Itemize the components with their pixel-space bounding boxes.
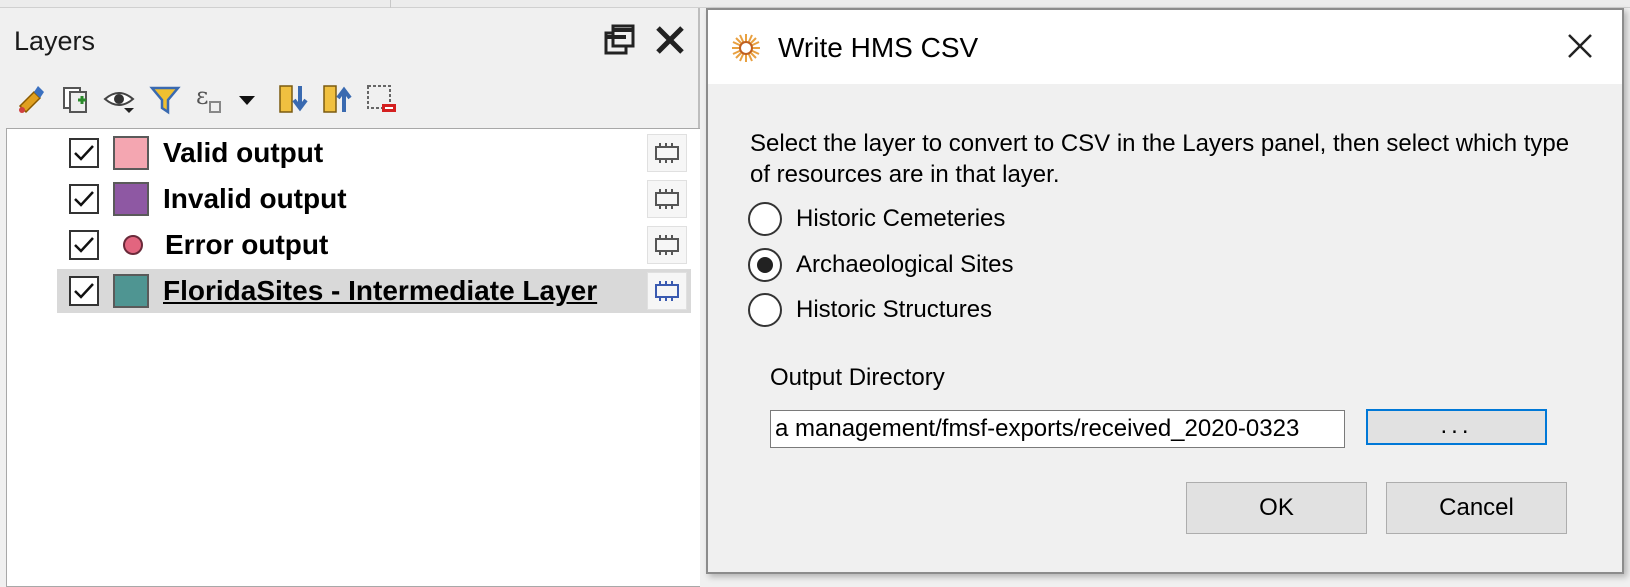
output-directory-label: Output Directory — [770, 364, 945, 391]
fill-symbol-swatch[interactable] — [113, 136, 149, 170]
browse-button[interactable]: ... — [1366, 409, 1547, 445]
memory-layer-icon[interactable] — [647, 226, 687, 264]
layer-visibility-checkbox[interactable] — [69, 184, 99, 214]
layer-visibility-checkbox[interactable] — [69, 276, 99, 306]
radio-label: Historic Structures — [796, 296, 993, 323]
radio-button[interactable] — [748, 202, 782, 236]
layer-name: Invalid output — [163, 183, 347, 214]
divider — [390, 0, 391, 8]
expand-all-icon[interactable] — [276, 82, 310, 116]
layers-panel-title: Layers — [14, 26, 96, 56]
cancel-button[interactable]: Cancel — [1386, 482, 1567, 534]
ok-button[interactable]: OK — [1186, 482, 1367, 534]
layer-visibility-checkbox[interactable] — [69, 138, 99, 168]
close-icon[interactable] — [1562, 28, 1598, 64]
layer-name: Valid output — [163, 137, 324, 168]
radio-label: Historic Cemeteries — [796, 205, 1006, 232]
memory-layer-icon[interactable] — [647, 134, 687, 172]
style-manager-icon[interactable] — [14, 82, 48, 116]
layer-item-invalid-output[interactable]: Invalid output — [57, 177, 691, 221]
layers-panel-header: Layers — [0, 8, 700, 64]
collapse-all-icon[interactable] — [320, 82, 354, 116]
close-panel-icon[interactable] — [652, 22, 688, 58]
memory-layer-icon[interactable] — [647, 180, 687, 218]
add-group-icon[interactable] — [58, 82, 92, 116]
layer-item-floridasites[interactable]: FloridaSites - Intermediate Layer — [57, 269, 691, 313]
remove-layer-icon[interactable] — [364, 82, 398, 116]
memory-layer-icon[interactable] — [647, 272, 687, 310]
svg-text:ε: ε — [196, 82, 208, 110]
layer-visibility-checkbox[interactable] — [69, 230, 99, 260]
output-directory-field[interactable]: a management/fmsf-exports/received_2020-… — [770, 410, 1345, 448]
expression-filter-icon[interactable]: ε — [192, 82, 226, 116]
dropdown-arrow-icon[interactable] — [236, 82, 258, 116]
dialog-titlebar: Write HMS CSV — [708, 10, 1622, 84]
fill-symbol-swatch[interactable] — [113, 274, 149, 308]
layer-item-valid-output[interactable]: Valid output — [57, 131, 691, 175]
layers-tree: Valid output Invalid output Error output… — [6, 128, 700, 587]
fill-symbol-swatch[interactable] — [113, 182, 149, 216]
layers-toolbar: ε — [0, 76, 700, 126]
filter-icon[interactable] — [148, 82, 182, 116]
qgis-window: Layers ε Valid output Invalid output Err… — [0, 0, 1630, 587]
radio-button[interactable] — [748, 293, 782, 327]
point-symbol-swatch[interactable] — [123, 235, 143, 255]
float-panel-icon[interactable] — [602, 22, 638, 58]
radio-label: Archaeological Sites — [796, 251, 1014, 278]
layer-name: Error output — [165, 229, 329, 260]
instructions-text: Select the layer to convert to CSV in th… — [750, 130, 1570, 188]
visibility-icon[interactable] — [102, 82, 136, 116]
write-hms-csv-dialog: Write HMS CSV Select the layer to conver… — [706, 8, 1624, 574]
qgis-app-icon — [730, 32, 762, 64]
top-strip — [0, 0, 1630, 8]
dialog-title: Write HMS CSV — [778, 32, 979, 63]
radio-button[interactable] — [748, 248, 782, 282]
layer-item-error-output[interactable]: Error output — [57, 223, 691, 267]
layer-name: FloridaSites - Intermediate Layer — [163, 275, 598, 306]
scrollbar[interactable] — [689, 129, 701, 329]
